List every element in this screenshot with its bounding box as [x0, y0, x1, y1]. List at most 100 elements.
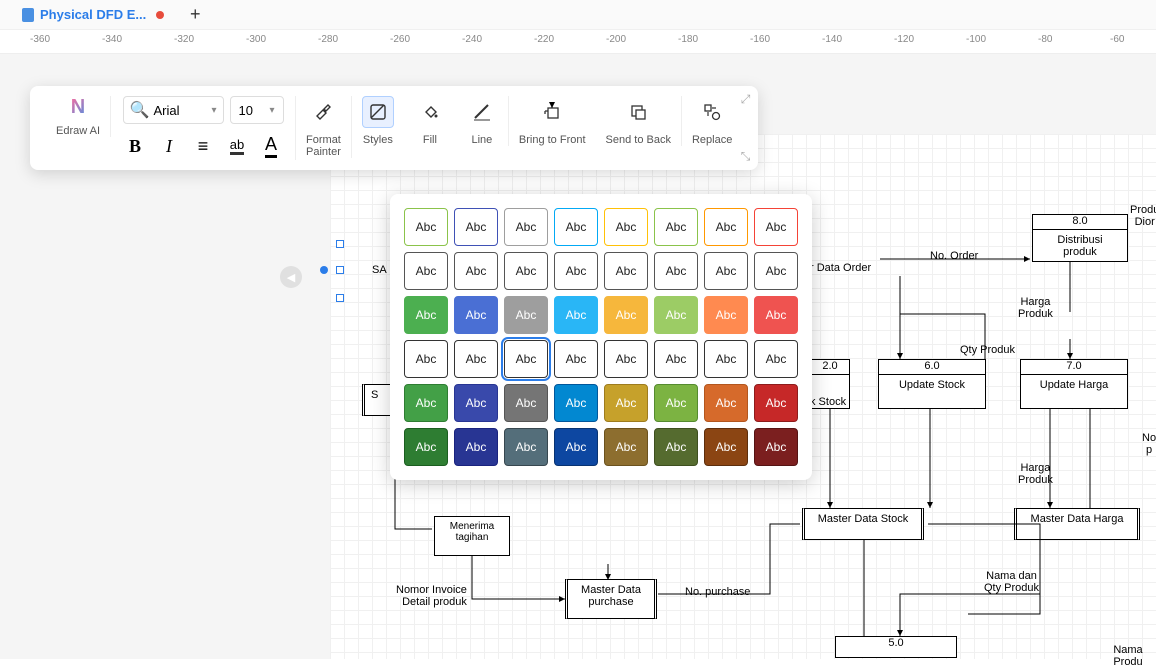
font-size-select[interactable]: 10 ▾ — [230, 96, 284, 124]
node-60[interactable]: 6.0 Update Stock — [878, 359, 986, 409]
chevron-down-icon: ▾ — [269, 105, 274, 116]
canvas-area[interactable]: ◀ SA S Menerima tagihan Nomor Invoice De… — [0, 54, 1156, 659]
send-back-section: Send to Back — [596, 96, 682, 146]
font-family-input[interactable] — [153, 103, 207, 118]
text-color-button[interactable]: A — [257, 132, 285, 160]
ruler-tick: -300 — [246, 34, 266, 45]
search-icon: 🔍 — [130, 100, 150, 120]
style-swatch[interactable]: Abc — [754, 296, 798, 334]
style-swatch[interactable]: Abc — [654, 428, 698, 466]
style-swatch[interactable]: Abc — [704, 428, 748, 466]
style-swatch[interactable]: Abc — [604, 296, 648, 334]
style-swatch[interactable]: Abc — [554, 428, 598, 466]
bold-button[interactable]: B — [121, 132, 149, 160]
expand-icon[interactable]: ⤡ — [741, 149, 751, 164]
style-swatch[interactable]: Abc — [504, 252, 548, 290]
node-master-harga[interactable]: Master Data Harga — [1014, 508, 1140, 540]
style-swatch[interactable]: Abc — [704, 384, 748, 422]
style-swatch[interactable]: Abc — [404, 428, 448, 466]
document-tab[interactable]: Physical DFD E... — [10, 1, 176, 29]
align-button[interactable]: ≡ — [189, 132, 217, 160]
ai-label: Edraw AI — [56, 125, 100, 137]
ruler-tick: -140 — [822, 34, 842, 45]
style-swatch[interactable]: Abc — [554, 384, 598, 422]
style-swatch[interactable]: Abc — [454, 252, 498, 290]
node-50[interactable]: 5.0 — [835, 636, 957, 658]
bring-to-front-button[interactable] — [536, 96, 568, 128]
style-swatch[interactable]: Abc — [604, 428, 648, 466]
new-tab-button[interactable]: + — [184, 4, 206, 26]
style-swatch[interactable]: Abc — [504, 208, 548, 246]
nav-left-button[interactable]: ◀ — [280, 266, 302, 288]
style-swatch[interactable]: Abc — [404, 296, 448, 334]
style-swatch[interactable]: Abc — [454, 384, 498, 422]
node-70-label: Update Harga — [1040, 379, 1109, 391]
style-swatch[interactable]: Abc — [404, 340, 448, 378]
node-menerima[interactable]: Menerima tagihan — [434, 516, 510, 556]
style-swatch[interactable]: Abc — [504, 428, 548, 466]
style-swatch[interactable]: Abc — [604, 208, 648, 246]
style-picker-popup: AbcAbcAbcAbcAbcAbcAbcAbcAbcAbcAbcAbcAbcA… — [390, 194, 812, 480]
text-bg-button[interactable]: ab — [223, 132, 251, 160]
style-swatch[interactable]: Abc — [704, 340, 748, 378]
connection-point-icon[interactable] — [320, 266, 328, 274]
style-swatch[interactable]: Abc — [654, 384, 698, 422]
style-swatch[interactable]: Abc — [554, 340, 598, 378]
styles-button[interactable] — [362, 96, 394, 128]
fill-button[interactable] — [414, 96, 446, 128]
label-produ-dior: Produ Dior — [1130, 204, 1156, 228]
font-family-select[interactable]: 🔍 ▾ — [123, 96, 224, 124]
pin-icon[interactable]: ⤢ — [741, 92, 751, 107]
style-swatch[interactable]: Abc — [754, 252, 798, 290]
style-swatch[interactable]: Abc — [754, 384, 798, 422]
node-distribusi[interactable]: 8.0 Distribusi produk — [1032, 214, 1128, 262]
line-button[interactable] — [466, 96, 498, 128]
paintbrush-icon — [313, 102, 333, 122]
style-swatch[interactable]: Abc — [604, 340, 648, 378]
replace-button[interactable] — [696, 96, 728, 128]
style-swatch[interactable]: Abc — [554, 252, 598, 290]
node-master-stock[interactable]: Master Data Stock — [802, 508, 924, 540]
style-swatch[interactable]: Abc — [604, 384, 648, 422]
style-swatch[interactable]: Abc — [654, 296, 698, 334]
style-swatch[interactable]: Abc — [704, 252, 748, 290]
style-swatch[interactable]: Abc — [404, 208, 448, 246]
label-harga-produk2: Harga Produk — [1018, 462, 1053, 486]
style-swatch[interactable]: Abc — [754, 208, 798, 246]
format-painter-section: Format Painter — [296, 96, 352, 158]
ruler-tick: -260 — [390, 34, 410, 45]
edraw-ai-icon[interactable]: N — [71, 96, 85, 119]
replace-icon — [702, 102, 722, 122]
style-swatch[interactable]: Abc — [504, 340, 548, 378]
style-swatch[interactable]: Abc — [454, 208, 498, 246]
style-swatch[interactable]: Abc — [404, 384, 448, 422]
style-swatch[interactable]: Abc — [454, 428, 498, 466]
style-swatch[interactable]: Abc — [754, 340, 798, 378]
font-size-value: 10 — [239, 103, 253, 118]
style-swatch[interactable]: Abc — [554, 208, 598, 246]
ruler-tick: -120 — [894, 34, 914, 45]
style-swatch[interactable]: Abc — [454, 340, 498, 378]
style-swatch[interactable]: Abc — [504, 296, 548, 334]
format-painter-button[interactable] — [307, 96, 339, 128]
styles-label: Styles — [363, 134, 393, 146]
style-swatch[interactable]: Abc — [404, 252, 448, 290]
style-swatch[interactable]: Abc — [654, 252, 698, 290]
style-swatch[interactable]: Abc — [754, 428, 798, 466]
styles-icon — [368, 102, 388, 122]
style-swatch[interactable]: Abc — [504, 384, 548, 422]
style-swatch[interactable]: Abc — [654, 340, 698, 378]
node-s-label: S — [371, 389, 378, 401]
node-70[interactable]: 7.0 Update Harga — [1020, 359, 1128, 409]
send-to-back-button[interactable] — [622, 96, 654, 128]
label-stock: k Stock — [810, 396, 846, 408]
style-swatch[interactable]: Abc — [604, 252, 648, 290]
style-swatch[interactable]: Abc — [454, 296, 498, 334]
style-swatch[interactable]: Abc — [654, 208, 698, 246]
style-swatch[interactable]: Abc — [554, 296, 598, 334]
node-master-purchase[interactable]: Master Data purchase — [565, 579, 657, 619]
node-master-purchase-label: Master Data purchase — [581, 584, 641, 608]
style-swatch[interactable]: Abc — [704, 208, 748, 246]
italic-button[interactable]: I — [155, 132, 183, 160]
style-swatch[interactable]: Abc — [704, 296, 748, 334]
